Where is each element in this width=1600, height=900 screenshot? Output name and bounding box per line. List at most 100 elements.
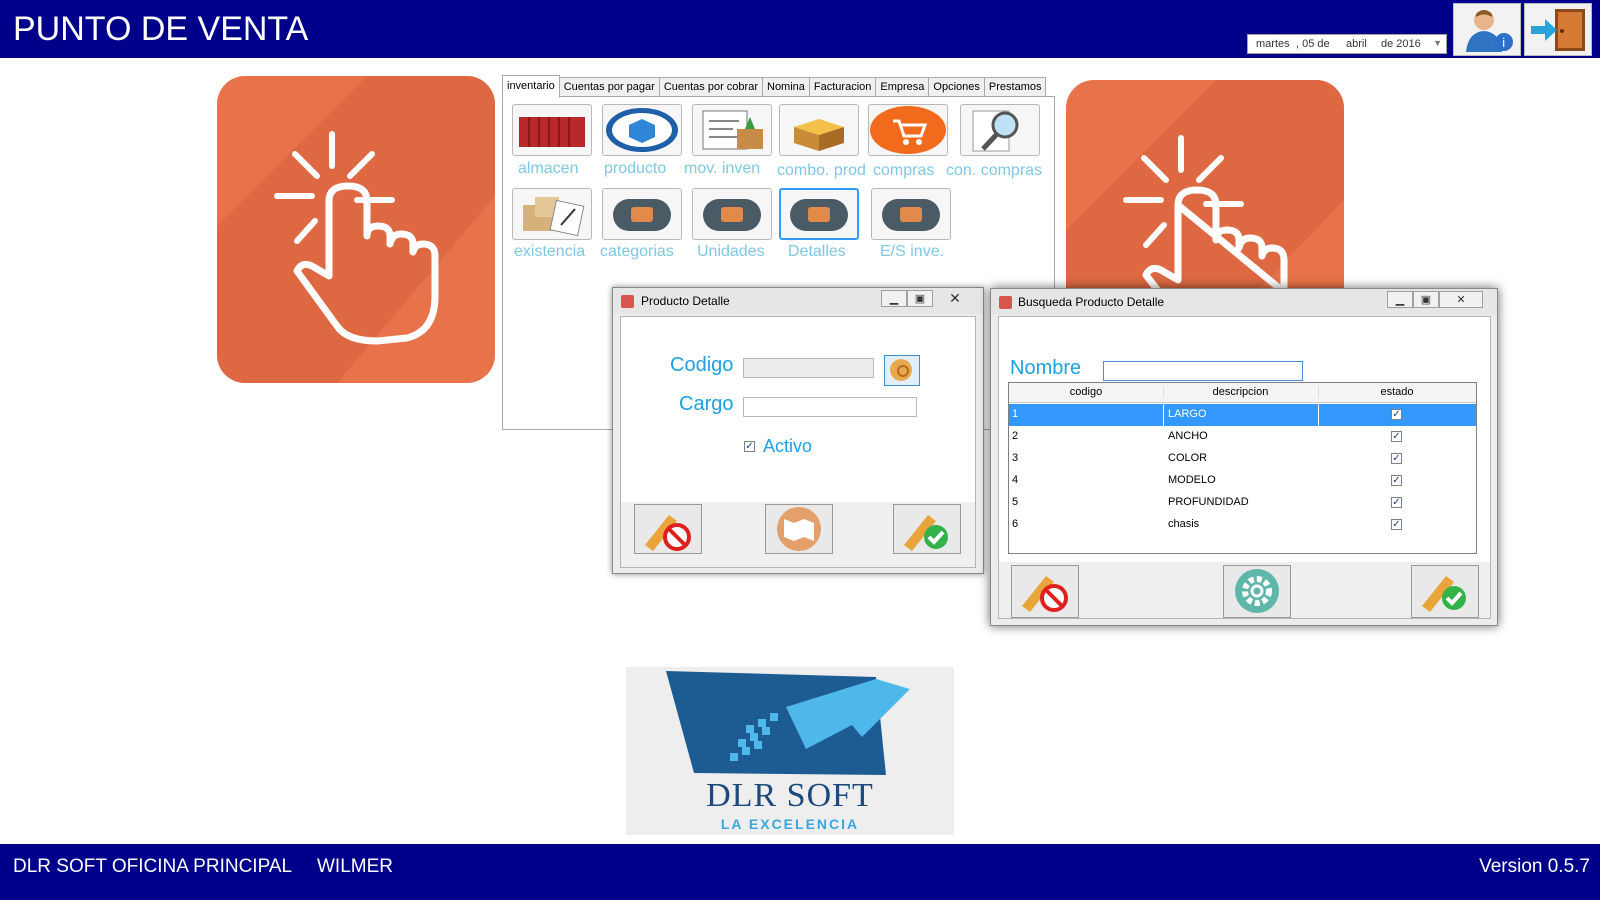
table-row[interactable]: 2 ANCHO ✓ (1009, 426, 1476, 448)
tab-opciones[interactable]: Opciones (928, 77, 985, 98)
producto-button[interactable] (602, 104, 682, 156)
tab-nomina[interactable]: Nomina (762, 77, 810, 98)
nombre-search-input[interactable] (1103, 361, 1303, 381)
cell-codigo: 6 (1012, 518, 1019, 530)
close-button[interactable]: ✕ (933, 290, 977, 307)
maximize-button[interactable]: ▣ (1413, 291, 1439, 308)
pencil-check-icon (904, 515, 948, 551)
existencia-label: existencia (514, 243, 586, 260)
es-inve-button[interactable] (871, 188, 951, 240)
tab-prestamos[interactable]: Prestamos (983, 77, 1047, 98)
tab-inventario[interactable]: inventario (502, 75, 560, 98)
title-bar: Producto Detalle ▁ ▣ ✕ (613, 288, 983, 314)
open-map-button[interactable] (765, 504, 833, 554)
touch-hand-icon (1066, 80, 1344, 292)
briefcase-icon (703, 199, 761, 231)
date-year: de 2016 (1381, 38, 1421, 50)
table-row[interactable]: 5 PROFUNDIDAD ✓ (1009, 492, 1476, 514)
minimize-button[interactable]: ▁ (1387, 291, 1413, 308)
app-title: PUNTO DE VENTA (13, 10, 309, 48)
close-button[interactable]: ✕ (1439, 291, 1483, 308)
user-info-button[interactable]: i (1453, 3, 1521, 56)
logo-tagline: LA EXCELENCIA (720, 816, 860, 832)
logo-name: DLR SOFT (706, 777, 874, 814)
existencia-button[interactable] (512, 188, 592, 240)
table-row[interactable]: 4 MODELO ✓ (1009, 470, 1476, 492)
office-name: DLR SOFT OFICINA PRINCIPAL (13, 856, 293, 877)
cell-codigo: 5 (1012, 496, 1019, 508)
compras-button[interactable] (868, 104, 948, 156)
left-touch-tile[interactable] (217, 76, 495, 383)
table-row[interactable]: 6 chasis ✓ (1009, 514, 1476, 536)
cancel-button[interactable] (634, 504, 702, 554)
pencil-cancel-icon (645, 515, 691, 551)
table-row[interactable]: 3 COLOR ✓ (1009, 448, 1476, 470)
briefcase-icon (790, 199, 848, 231)
cancel-button[interactable] (1011, 565, 1079, 618)
mov-inven-button[interactable] (692, 104, 772, 156)
cell-descripcion: PROFUNDIDAD (1168, 496, 1249, 508)
activo-checkbox[interactable]: ✓ (744, 441, 755, 452)
tab-empresa[interactable]: Empresa (875, 77, 930, 98)
con-compras-button[interactable] (960, 104, 1040, 156)
save-button[interactable] (893, 504, 961, 554)
codigo-label: Codigo (670, 354, 734, 376)
exit-door-icon (1531, 9, 1585, 51)
tab-facturacion[interactable]: Facturacion (808, 77, 877, 98)
maximize-button[interactable]: ▣ (907, 290, 933, 307)
detalle-results-grid[interactable]: codigo descripcion estado 1 LARGO ✓ 2 AN… (1008, 382, 1477, 554)
cell-divider (1163, 404, 1164, 426)
cargo-field[interactable] (743, 397, 917, 417)
estado-checkbox[interactable]: ✓ (1391, 497, 1402, 508)
tab-cuentas-por-cobrar[interactable]: Cuentas por cobrar (658, 77, 763, 98)
cargo-label: Cargo (679, 393, 734, 415)
con-compras-label: con. compras (946, 162, 1043, 179)
almacen-button[interactable] (512, 104, 592, 156)
inventory-movement-icon (702, 110, 763, 150)
estado-checkbox[interactable]: ✓ (1391, 453, 1402, 464)
briefcase-icon (613, 199, 671, 231)
pencil-cancel-icon (1022, 576, 1068, 612)
stock-boxes-icon (523, 197, 585, 237)
cell-codigo: 4 (1012, 474, 1019, 486)
estado-checkbox[interactable]: ✓ (1391, 519, 1402, 530)
tab-cuentas-por-pagar[interactable]: Cuentas por pagar (558, 77, 660, 98)
app-window-icon (621, 295, 634, 308)
categorias-button[interactable] (602, 188, 682, 240)
column-header-codigo[interactable]: codigo (1009, 386, 1164, 398)
date-picker[interactable]: martes , 05 de abril de 2016 ▼ (1247, 34, 1447, 54)
search-coin-icon (890, 359, 912, 381)
detalles-button[interactable] (779, 188, 859, 240)
select-button[interactable] (1411, 565, 1479, 618)
combo-prod-label: combo. prod (777, 162, 866, 179)
activo-label: Activo (763, 436, 813, 456)
exit-button[interactable] (1524, 3, 1592, 56)
compras-label: compras (873, 162, 935, 179)
app-version: Version 0.5.7 (1479, 856, 1590, 877)
codigo-field[interactable] (743, 358, 874, 378)
top-bar: PUNTO DE VENTA martes , 05 de abril de 2… (0, 0, 1600, 58)
codigo-search-button[interactable] (884, 355, 920, 386)
current-user: WILMER (317, 856, 393, 877)
cell-descripcion: ANCHO (1168, 430, 1208, 442)
cell-codigo: 3 (1012, 452, 1019, 464)
estado-checkbox[interactable]: ✓ (1391, 475, 1402, 486)
estado-checkbox[interactable]: ✓ (1391, 431, 1402, 442)
date-month: abril (1346, 38, 1367, 50)
estado-checkbox[interactable]: ✓ (1391, 409, 1402, 420)
column-header-descripcion[interactable]: descripcion (1163, 386, 1319, 398)
minimize-button[interactable]: ▁ (881, 290, 907, 307)
window-title: Busqueda Producto Detalle (1018, 295, 1165, 309)
unidades-button[interactable] (692, 188, 772, 240)
column-header-estado[interactable]: estado (1318, 386, 1476, 398)
right-touch-tile[interactable] (1066, 80, 1344, 292)
categorias-label: categorias (600, 243, 674, 260)
view-settings-button[interactable] (1223, 565, 1291, 618)
svg-text:i: i (1502, 36, 1505, 50)
date-weekday: martes (1256, 38, 1290, 50)
combo-prod-button[interactable] (779, 104, 859, 156)
cell-divider (1318, 404, 1319, 426)
chevron-down-icon[interactable]: ▼ (1433, 38, 1442, 48)
table-row[interactable]: 1 LARGO ✓ (1009, 404, 1476, 426)
nombre-label: Nombre (1010, 357, 1082, 379)
